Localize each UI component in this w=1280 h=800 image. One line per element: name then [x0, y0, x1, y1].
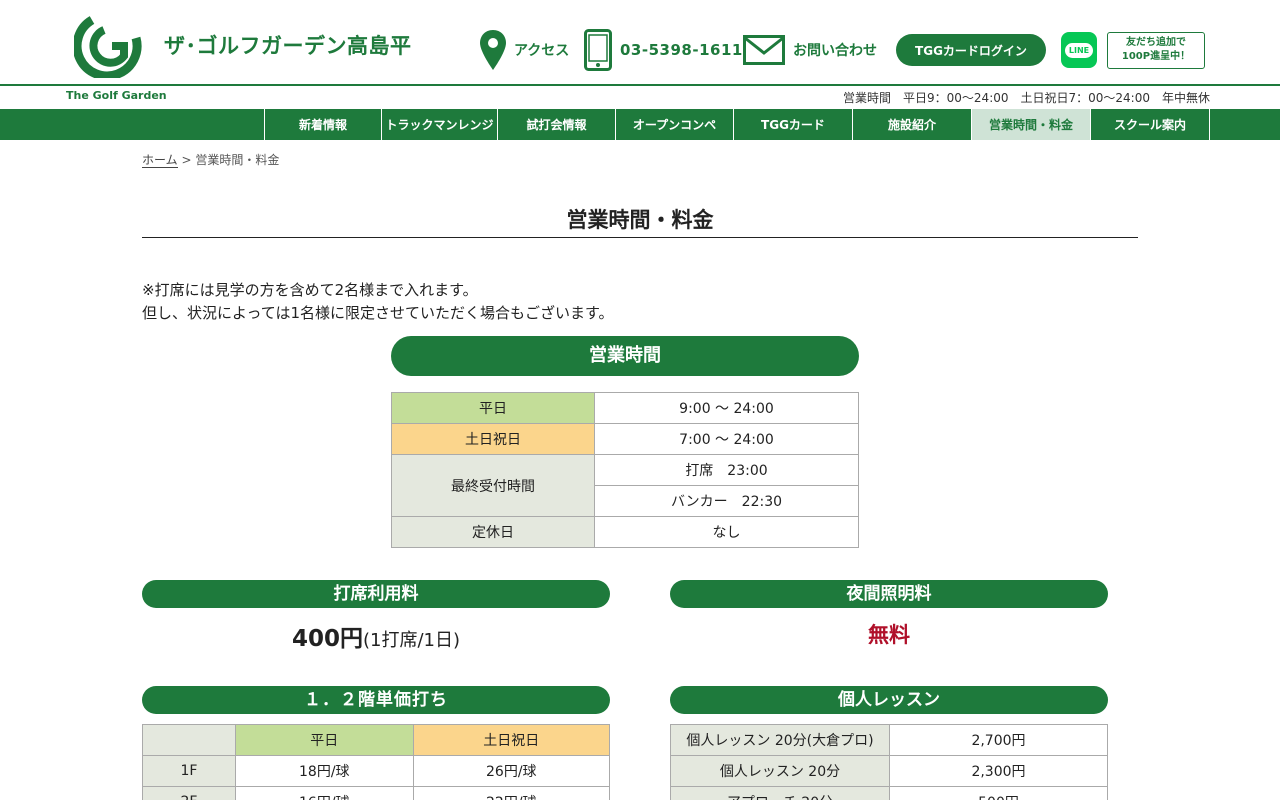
holiday-price: 22円/球	[412, 786, 611, 800]
closed-label: 定休日	[391, 516, 595, 548]
unit-price-table: 平日 土日祝日 1F 18円/球 26円/球 2F 16円/球 22円/球	[142, 724, 611, 800]
seat-fee-heading: 打席利用料	[142, 580, 610, 608]
site-header: ザ･ゴルフガーデン高島平 アクセス 03-5398-1611 お問い合わせ TG…	[0, 0, 1280, 86]
table-row: 定休日 なし	[391, 516, 859, 548]
nav-item-news[interactable]: 新着情報	[265, 109, 382, 140]
main-nav: 新着情報 トラックマンレンジ 試打会情報 オープンコンペ TGGカード 施設紹介…	[0, 109, 1280, 140]
table-header-row: 平日 土日祝日	[142, 724, 611, 756]
note-line-2: 但し、状況によっては1名様に限定させていただく場合もございます。	[142, 304, 614, 322]
nav-item-demo[interactable]: 試打会情報	[498, 109, 616, 140]
lesson-name: 個人レッスン 20分(大倉プロ)	[670, 724, 890, 756]
brand-name[interactable]: ザ･ゴルフガーデン高島平	[164, 30, 412, 60]
access-link[interactable]: アクセス	[480, 30, 569, 70]
table-row: 個人レッスン 20分(大倉プロ) 2,700円	[670, 724, 1108, 756]
note-line-1: ※打席には見学の方を含めて2名様まで入れます。	[142, 281, 478, 299]
hours-heading: 営業時間	[391, 336, 859, 376]
lesson-heading: 個人レッスン	[670, 686, 1108, 714]
table-row: 平日 9:00 ～ 24:00	[391, 392, 859, 424]
lesson-name: アプローチ 20分	[670, 786, 890, 800]
night-light-heading: 夜間照明料	[670, 580, 1108, 608]
line-label: LINE	[1064, 42, 1094, 58]
seat-fee-amount: 400円	[291, 626, 363, 652]
lesson-price: 2,700円	[889, 724, 1108, 756]
table-row: 2F 16円/球 22円/球	[142, 786, 611, 800]
lesson-table: 個人レッスン 20分(大倉プロ) 2,700円 個人レッスン 20分 2,300…	[670, 724, 1108, 800]
tgg-login-button[interactable]: TGGカードログイン	[896, 34, 1046, 66]
col-holiday: 土日祝日	[412, 724, 611, 756]
nav-item-facilities[interactable]: 施設紹介	[853, 109, 972, 140]
notes: ※打席には見学の方を含めて2名様まで入れます。 但し、状況によっては1名様に限定…	[142, 279, 614, 325]
floor-label: 1F	[142, 755, 236, 787]
nav-item-competition[interactable]: オープンコンペ	[616, 109, 734, 140]
contact-link[interactable]: お問い合わせ	[743, 33, 877, 67]
lesson-price: 2,300円	[889, 755, 1108, 787]
page-title: 営業時間・料金	[142, 204, 1138, 238]
weekday-label: 平日	[391, 392, 595, 424]
breadcrumb-separator: >	[181, 153, 192, 167]
table-row: 個人レッスン 20分 2,300円	[670, 755, 1108, 787]
holiday-label: 土日祝日	[391, 423, 595, 455]
lesson-price: 500円	[889, 786, 1108, 800]
weekday-value: 9:00 ～ 24:00	[594, 392, 859, 424]
lesson-name: 個人レッスン 20分	[670, 755, 890, 787]
unit-price-heading: １．２階単価打ち	[142, 686, 610, 714]
logo-icon[interactable]	[74, 16, 144, 78]
nav-item-hours-fees[interactable]: 営業時間・料金	[972, 109, 1091, 140]
brand-sub: The Golf Garden	[66, 89, 167, 102]
night-light-value: 無料	[868, 623, 910, 647]
line-friend-button[interactable]: 友だち追加で 100P進呈中！	[1107, 32, 1205, 69]
contact-label: お問い合わせ	[793, 43, 877, 59]
table-row: 最終受付時間 打席 23:00	[391, 454, 859, 517]
access-label: アクセス	[514, 43, 570, 59]
nav-item-trackman[interactable]: トラックマンレンジ	[382, 109, 498, 140]
col-weekday: 平日	[235, 724, 414, 756]
seat-fee-unit: (1打席/1日)	[363, 630, 461, 651]
phone-icon	[584, 29, 612, 71]
phone-number: 03-5398-1611	[620, 41, 743, 59]
table-row: 土日祝日 7:00 ～ 24:00	[391, 423, 859, 455]
weekday-price: 16円/球	[235, 786, 414, 800]
closed-value: なし	[594, 516, 859, 548]
friend-line1: 友だち追加で	[1126, 37, 1186, 48]
mail-icon	[743, 35, 785, 65]
holiday-value: 7:00 ～ 24:00	[594, 423, 859, 455]
nav-item-tgg-card[interactable]: TGGカード	[734, 109, 853, 140]
last-entry-label: 最終受付時間	[391, 454, 595, 517]
map-pin-icon	[480, 30, 506, 70]
hours-table: 平日 9:00 ～ 24:00 土日祝日 7:00 ～ 24:00 最終受付時間…	[391, 392, 859, 548]
breadcrumb: ホーム > 営業時間・料金	[142, 151, 279, 168]
corner-cell	[142, 724, 236, 756]
table-row: アプローチ 20分 500円	[670, 786, 1108, 800]
weekday-price: 18円/球	[235, 755, 414, 787]
nav-item-school[interactable]: スクール案内	[1091, 109, 1210, 140]
last-entry-seat: 打席 23:00	[594, 454, 859, 486]
seat-fee-value: 400円(1打席/1日)	[142, 619, 610, 653]
floor-label: 2F	[142, 786, 236, 800]
last-entry-bunker: バンカー 22:30	[594, 485, 859, 517]
table-row: 1F 18円/球 26円/球	[142, 755, 611, 787]
breadcrumb-home[interactable]: ホーム	[142, 153, 178, 168]
phone-link[interactable]: 03-5398-1611	[584, 29, 743, 71]
breadcrumb-current: 営業時間・料金	[195, 153, 280, 167]
header-hours: 営業時間 平日9：00～24:00 土日祝日7：00～24:00 年中無休	[843, 91, 1210, 105]
holiday-price: 26円/球	[412, 755, 611, 787]
line-icon[interactable]: LINE	[1061, 32, 1097, 68]
friend-line2: 100P進呈中！	[1121, 51, 1191, 62]
